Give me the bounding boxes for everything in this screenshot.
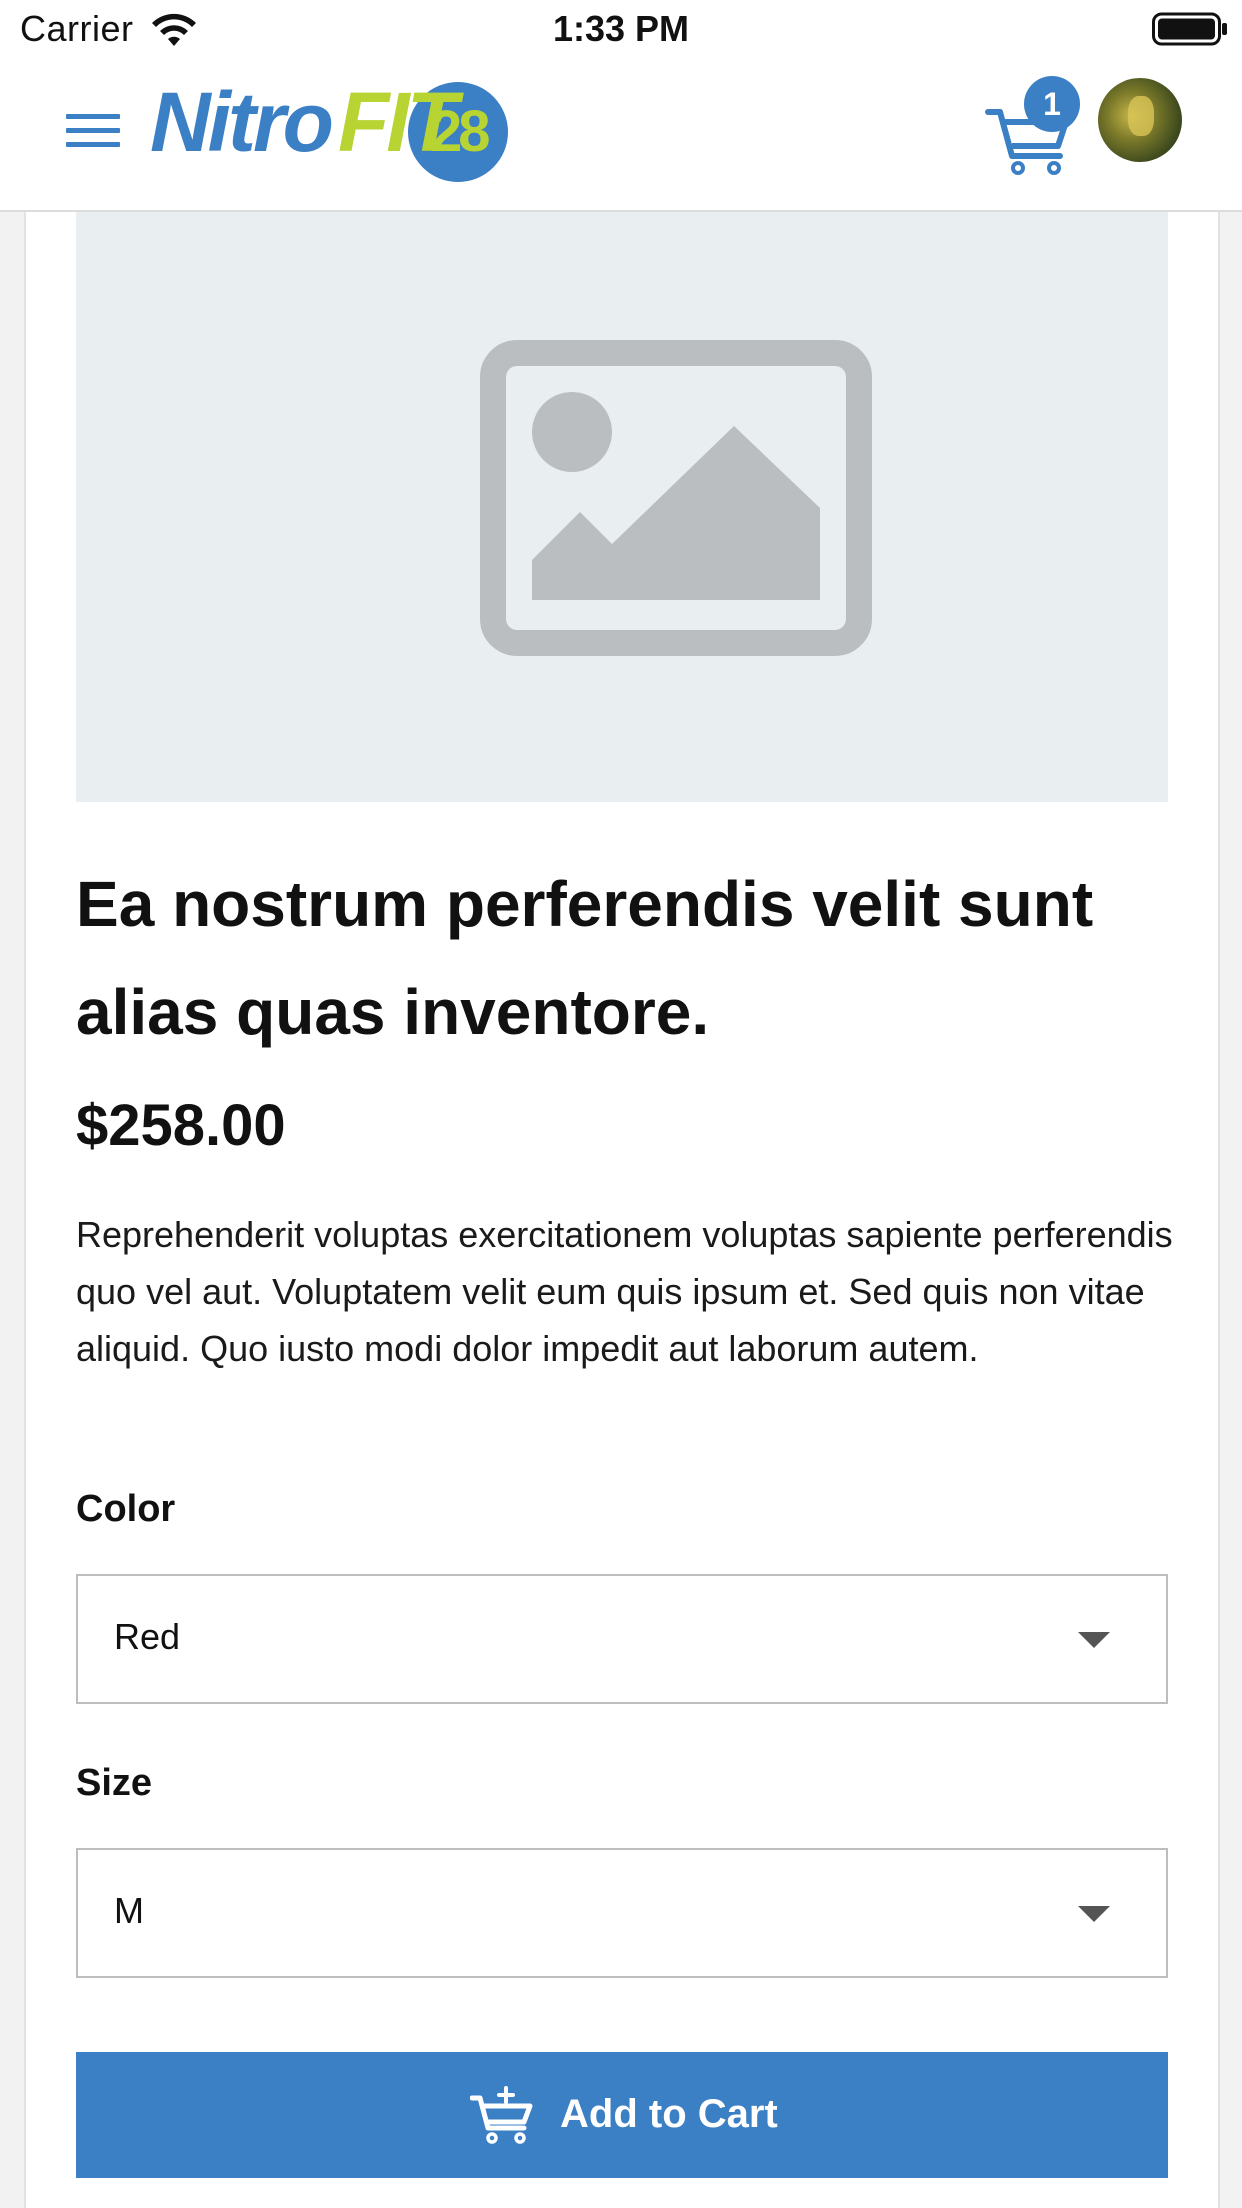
logo-text-nitro: Nitro xyxy=(150,75,334,169)
product-card: Ea nostrum perferendis velit sunt alias … xyxy=(24,212,1220,2208)
clock: 1:33 PM xyxy=(552,8,690,49)
chevron-down-icon xyxy=(1078,1906,1110,1922)
size-select[interactable]: M xyxy=(76,1848,1168,1978)
battery-icon xyxy=(1152,12,1227,46)
product-price: $258.00 xyxy=(76,1093,286,1158)
add-to-cart-label: Add to Cart xyxy=(560,2092,778,2136)
chevron-down-icon xyxy=(1078,1632,1110,1648)
status-bar: Carrier 1:33 PM xyxy=(0,0,1242,62)
size-label: Size xyxy=(76,1762,153,1804)
product-description: Reprehenderit voluptas exercitationem vo… xyxy=(76,1214,1173,1369)
user-avatar[interactable] xyxy=(1098,78,1182,162)
color-label: Color xyxy=(76,1488,176,1530)
logo-text-number: 28 xyxy=(430,99,490,164)
cart-add-icon xyxy=(470,2086,533,2144)
hamburger-menu-icon[interactable] xyxy=(62,100,126,160)
app-header: Nitro FIT 28 1 xyxy=(0,62,1242,212)
color-select[interactable]: Red xyxy=(76,1574,1168,1704)
product-image xyxy=(76,212,1168,802)
add-to-cart-button[interactable]: Add to Cart xyxy=(76,2052,1168,2178)
cart-button[interactable]: 1 xyxy=(984,76,1080,176)
brand-logo[interactable]: Nitro FIT 28 xyxy=(150,72,514,182)
product-title: Ea nostrum perferendis velit sunt alias … xyxy=(76,868,1094,1048)
image-placeholder-icon xyxy=(480,340,872,656)
cart-count-badge: 1 xyxy=(1024,76,1080,132)
color-select-value: Red xyxy=(114,1616,181,1657)
size-select-value: M xyxy=(114,1890,144,1931)
